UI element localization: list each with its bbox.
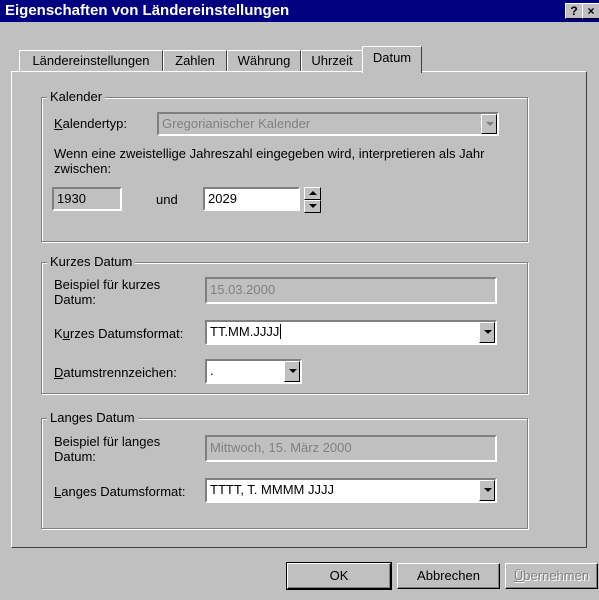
short-date-format-dropdown-button[interactable] bbox=[479, 322, 495, 343]
chevron-down-icon bbox=[309, 204, 317, 208]
window-title: Eigenschaften von Ländereinstellungen bbox=[5, 2, 290, 19]
chevron-down-icon bbox=[486, 122, 494, 126]
group-langes-datum-legend: Langes Datum bbox=[47, 410, 138, 425]
year-spin-up[interactable] bbox=[304, 187, 321, 200]
tab-waehrung[interactable]: Währung bbox=[227, 50, 301, 71]
tab-uhrzeit[interactable]: Uhrzeit bbox=[301, 50, 363, 71]
chevron-down-icon bbox=[484, 330, 492, 334]
year-to-input[interactable]: 2029 bbox=[203, 187, 300, 211]
kalendertyp-value: Gregorianischer Kalender bbox=[162, 116, 311, 131]
date-separator-label: Datumstrennzeichen: bbox=[54, 365, 177, 380]
close-button[interactable]: × bbox=[582, 3, 599, 19]
tab-zahlen[interactable]: Zahlen bbox=[163, 50, 227, 71]
chevron-up-icon bbox=[309, 191, 317, 195]
kalendertyp-dropdown[interactable]: Gregorianischer Kalender bbox=[157, 112, 499, 136]
long-date-format-dropdown-button[interactable] bbox=[479, 480, 495, 501]
long-date-example-label: Beispiel für langes Datum: bbox=[54, 434, 161, 464]
apply-button[interactable]: Übernehmen bbox=[505, 563, 598, 589]
kalendertyp-dropdown-button[interactable] bbox=[481, 114, 497, 134]
ok-button[interactable]: OK bbox=[286, 562, 392, 590]
year-spin-down[interactable] bbox=[304, 200, 321, 213]
und-label: und bbox=[156, 192, 178, 207]
group-kalender-legend: Kalender bbox=[47, 89, 106, 104]
short-date-example-field: 15.03.2000 bbox=[205, 277, 497, 304]
date-separator-dropdown-button[interactable] bbox=[284, 361, 300, 382]
year-from-field: 1930 bbox=[52, 187, 122, 211]
short-date-format-label: Kurzes Datumsformat: bbox=[54, 326, 184, 341]
group-kurzes-datum-legend: Kurzes Datum bbox=[47, 254, 136, 269]
long-date-format-combobox[interactable]: TTTT, T. MMMM JJJJ bbox=[205, 478, 497, 503]
chevron-down-icon bbox=[289, 369, 297, 373]
two-digit-year-info: Wenn eine zweistellige Jahreszahl eingeg… bbox=[54, 146, 485, 176]
short-date-example-value: 15.03.2000 bbox=[210, 282, 276, 297]
help-button[interactable]: ? bbox=[565, 3, 583, 19]
tab-laendereinstellungen[interactable]: Ländereinstellungen bbox=[19, 50, 163, 71]
date-separator-dropdown[interactable]: . bbox=[205, 359, 302, 384]
short-date-format-combobox[interactable]: TT.MM.JJJJ bbox=[205, 320, 497, 345]
long-date-example-field: Mittwoch, 15. März 2000 bbox=[205, 435, 497, 462]
title-bar: Eigenschaften von Ländereinstellungen ? … bbox=[0, 0, 599, 22]
text-cursor bbox=[280, 324, 282, 339]
long-date-format-label: Langes Datumsformat: bbox=[54, 484, 186, 499]
date-separator-value: . bbox=[210, 363, 214, 378]
kalendertyp-label: Kalendertyp: bbox=[54, 116, 127, 131]
tab-datum[interactable]: Datum bbox=[362, 46, 422, 73]
tab-panel-datum: Kalender Kalendertyp: Gregorianischer Ka… bbox=[11, 71, 587, 548]
long-date-example-value: Mittwoch, 15. März 2000 bbox=[210, 440, 352, 455]
long-date-format-value[interactable]: TTTT, T. MMMM JJJJ bbox=[210, 482, 334, 497]
cancel-button[interactable]: Abbrechen bbox=[397, 563, 500, 589]
short-date-example-label: Beispiel für kurzes Datum: bbox=[54, 277, 161, 307]
short-date-format-value[interactable]: TT.MM.JJJJ bbox=[210, 324, 279, 339]
chevron-down-icon bbox=[484, 488, 492, 492]
